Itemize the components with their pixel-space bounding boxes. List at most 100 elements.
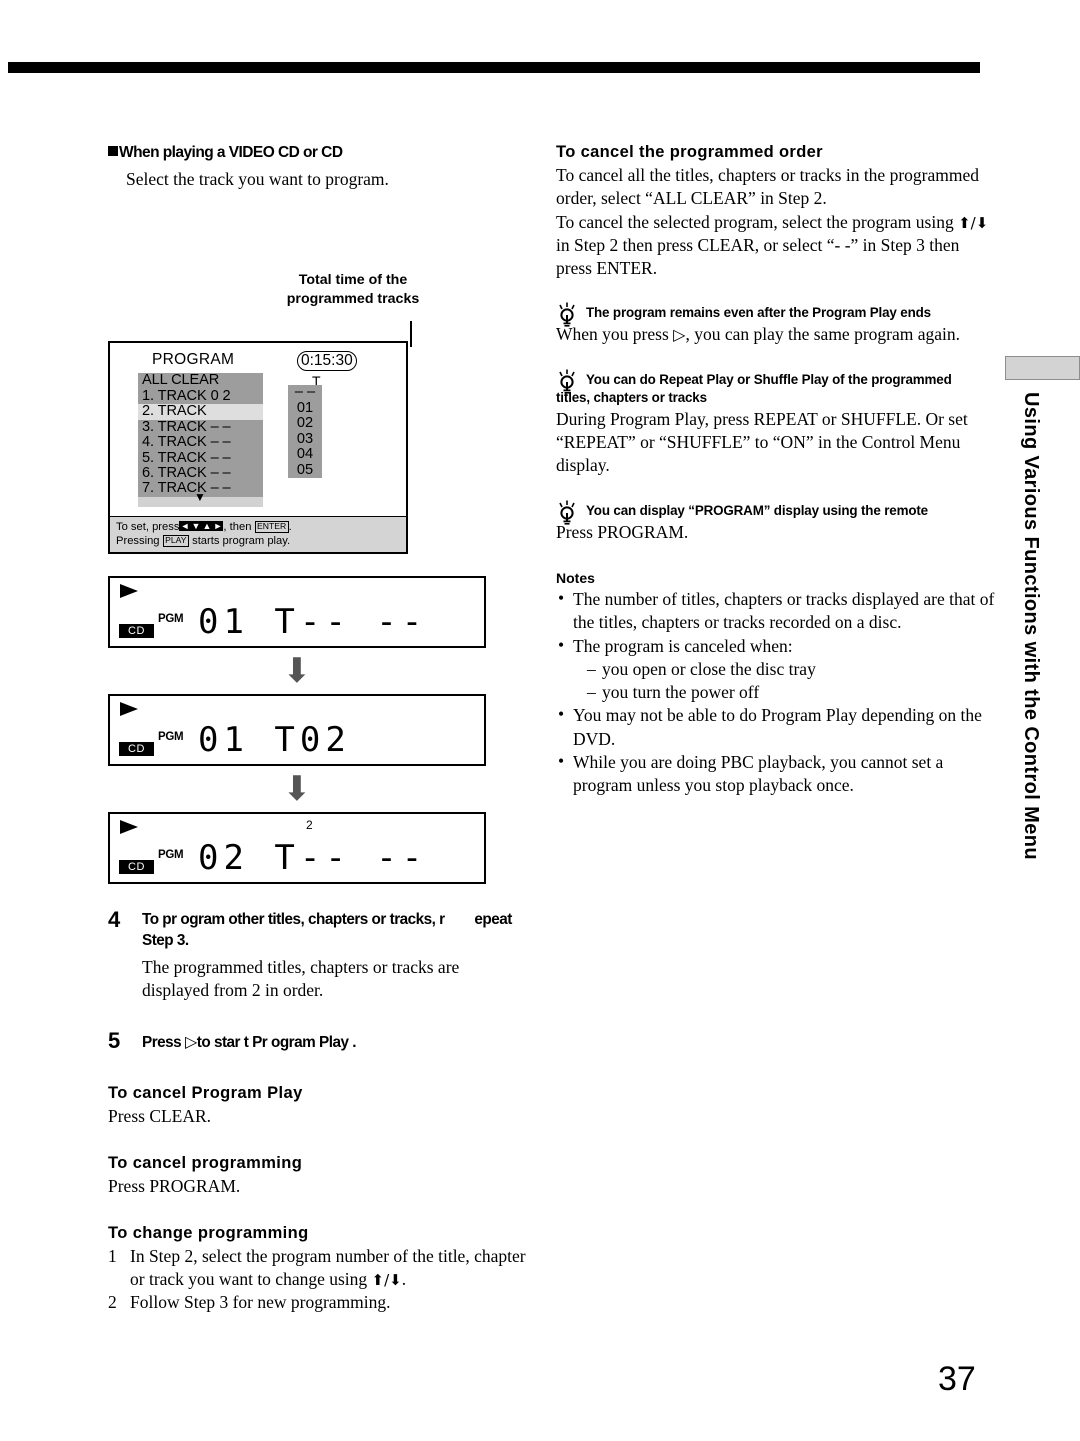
- note-item: • While you are doing PBC playback, you c…: [556, 751, 996, 798]
- footer2-text-b: starts program play.: [192, 535, 291, 548]
- left-column: When playing a VIDEO CD or CD Select the…: [108, 143, 528, 1313]
- right-column: To cancel the programmed order To cancel…: [556, 143, 996, 797]
- list-item: 1 In Step 2, select the program number of…: [108, 1245, 528, 1291]
- tip-1-heading: The program remains even after the Progr…: [586, 305, 931, 321]
- change-programming-list: 1 In Step 2, select the program number of…: [108, 1245, 528, 1313]
- lcd-display-3: CD PGM 2 02 T-- --: [108, 812, 486, 885]
- list-item[interactable]: 6. TRACK – –: [138, 465, 263, 481]
- arrow-up-down-icon: ⬆/⬇: [371, 1270, 402, 1289]
- list-item-selected[interactable]: 2. TRACK: [138, 403, 263, 420]
- lcd-program-step-number: 2: [306, 818, 313, 833]
- footer-text-a: To set, press: [116, 521, 180, 534]
- arrow-left-key-icon: ◄: [179, 521, 191, 532]
- bullet-icon: •: [558, 588, 565, 609]
- list-item[interactable]: 3. TRACK – –: [138, 419, 263, 435]
- step-4-body: The programmed titles, chapters or track…: [142, 956, 460, 1000]
- note-text: You may not be able to do Program Play d…: [573, 705, 982, 749]
- cancel-order-para2: To cancel the selected program, select t…: [556, 211, 996, 281]
- callout-total-time: Total time of the programmed tracks: [258, 271, 448, 308]
- play-button-icon: ▷: [673, 325, 686, 345]
- dash-icon: –: [587, 658, 596, 679]
- note-text: While you are doing PBC playback, you ca…: [573, 751, 944, 796]
- lcd-segment-text: 02 T-- --: [198, 838, 428, 879]
- section-heading: When playing a VIDEO CD or CD: [108, 143, 528, 162]
- enter-key-icon: ENTER: [254, 520, 289, 533]
- list-item[interactable]: 5. TRACK – –: [138, 450, 263, 466]
- tip-2: You can do Repeat Play or Shuffle Play o…: [556, 369, 996, 478]
- lightbulb-icon: [559, 369, 575, 394]
- list-item[interactable]: 4. TRACK – –: [138, 434, 263, 450]
- lightbulb-icon: [559, 302, 575, 327]
- change-programming-heading: To change programming: [108, 1224, 309, 1243]
- list-item: 2 Follow Step 3 for new programming.: [108, 1291, 528, 1314]
- bullet-icon: •: [558, 634, 565, 655]
- bullet-icon: •: [558, 704, 565, 725]
- program-osd-footer: To set, press◄ ▼ ▲ ►, then ENTER. Pressing …: [110, 516, 406, 553]
- arrow-right-key-icon: ►: [212, 521, 224, 532]
- tip-3-heading: You can display “PROGRAM” display using …: [586, 502, 928, 518]
- note-item: • The number of titles, chapters or track…: [556, 588, 996, 635]
- tip-1-body-b: , you can play the same program again.: [685, 324, 961, 345]
- list-marker: 2: [108, 1291, 117, 1312]
- cancel-order-para1: To cancel all the titles, chapters or tr…: [556, 165, 979, 209]
- list-scroll-indicator: ▼: [138, 491, 263, 507]
- pgm-indicator: PGM: [158, 613, 184, 626]
- side-tab-label: Using Various Functions with the Control…: [1020, 392, 1042, 860]
- section-heading-text: When playing a VIDEO CD or CD: [119, 144, 343, 161]
- list-item[interactable]: ALL CLEAR: [138, 373, 263, 389]
- square-bullet-icon: [108, 146, 118, 156]
- lcd-display-2: CD PGM 01 T02: [108, 694, 486, 767]
- step-4-heading-line2: Step 3.: [142, 932, 189, 950]
- step-4-heading-b: epeat: [474, 911, 512, 929]
- arrow-down-icon: ⬇: [282, 769, 312, 810]
- number-cell: – –: [294, 384, 316, 401]
- footer-text-b: , then: [223, 521, 252, 534]
- list-item-text-end: .: [401, 1268, 407, 1289]
- lcd-segment-text: 01 T-- --: [198, 602, 428, 643]
- step-5-number: 5: [108, 1028, 121, 1054]
- step-5-heading-b: to star t Pr ogram Play .: [196, 1034, 357, 1052]
- tip-2-body: During Program Play, press REPEAT or SHU…: [556, 408, 968, 476]
- callout-line2: programmed tracks: [286, 291, 420, 308]
- program-osd: PROGRAM 0:15:30 T ALL CLEAR 1. TRACK 0 2…: [108, 341, 408, 555]
- step-5: 5 Press ▷to star t Pr ogram Play .: [108, 1028, 528, 1054]
- cd-badge: CD: [119, 742, 154, 757]
- program-osd-list[interactable]: ALL CLEAR 1. TRACK 0 2 2. TRACK 3. TRACK…: [138, 373, 263, 507]
- lightbulb-icon: [559, 500, 575, 525]
- number-cell: 02: [296, 415, 314, 432]
- note-subitem: – you open or close the disc tray: [587, 658, 996, 681]
- cancel-order-para2-a: To cancel the selected program, select t…: [556, 211, 959, 232]
- program-osd-footer-line2: Pressing PLAY starts program play.: [116, 534, 406, 548]
- list-item-text: Follow Step 3 for new programming.: [130, 1291, 391, 1312]
- section-body: Select the track you want to program.: [126, 169, 389, 190]
- bullet-icon: •: [558, 750, 565, 771]
- notes-list: • The number of titles, chapters or track…: [556, 588, 996, 797]
- footer2-text-a: Pressing: [116, 535, 160, 548]
- note-subitem: – you turn the power off: [587, 681, 996, 704]
- play-button-icon: ▷: [184, 1032, 197, 1052]
- cancel-program-play-body: Press CLEAR.: [108, 1105, 212, 1126]
- cancel-programming-body: Press PROGRAM.: [108, 1175, 241, 1196]
- tip-2-heading-line2: titles, chapters or tracks: [556, 389, 707, 405]
- cd-badge: CD: [119, 860, 154, 875]
- cancel-order-para2-b: in Step 2 then press CLEAR, or select “-…: [556, 234, 960, 279]
- note-sublist: – you open or close the disc tray – you tu…: [573, 658, 996, 705]
- manual-page: When playing a VIDEO CD or CD Select the…: [0, 0, 1080, 1441]
- arrow-down-key-icon: ▼: [190, 521, 202, 532]
- number-cell: 03: [296, 430, 314, 447]
- number-cell: 04: [296, 446, 314, 463]
- arrow-up-key-icon: ▲: [201, 521, 213, 532]
- list-item[interactable]: 1. TRACK 0 2: [138, 388, 263, 404]
- play-indicator-icon: [120, 702, 138, 717]
- cancel-programming-heading: To cancel programming: [108, 1153, 303, 1172]
- cancel-program-play-heading: To cancel Program Play: [108, 1083, 303, 1102]
- step-4-number: 4: [108, 907, 121, 933]
- pgm-indicator: PGM: [158, 731, 184, 744]
- step-4-heading: To pr ogram other titles, chapters or tr…: [142, 910, 528, 951]
- side-tab-block: [1005, 356, 1080, 380]
- pgm-indicator: PGM: [158, 849, 184, 862]
- note-item: • You may not be able to do Program Play …: [556, 704, 996, 751]
- chevron-down-icon: ▼: [194, 489, 206, 504]
- tip-1-body: When you press ▷, you can play the same …: [556, 323, 996, 346]
- arrow-down-icon: ⬇: [282, 651, 312, 692]
